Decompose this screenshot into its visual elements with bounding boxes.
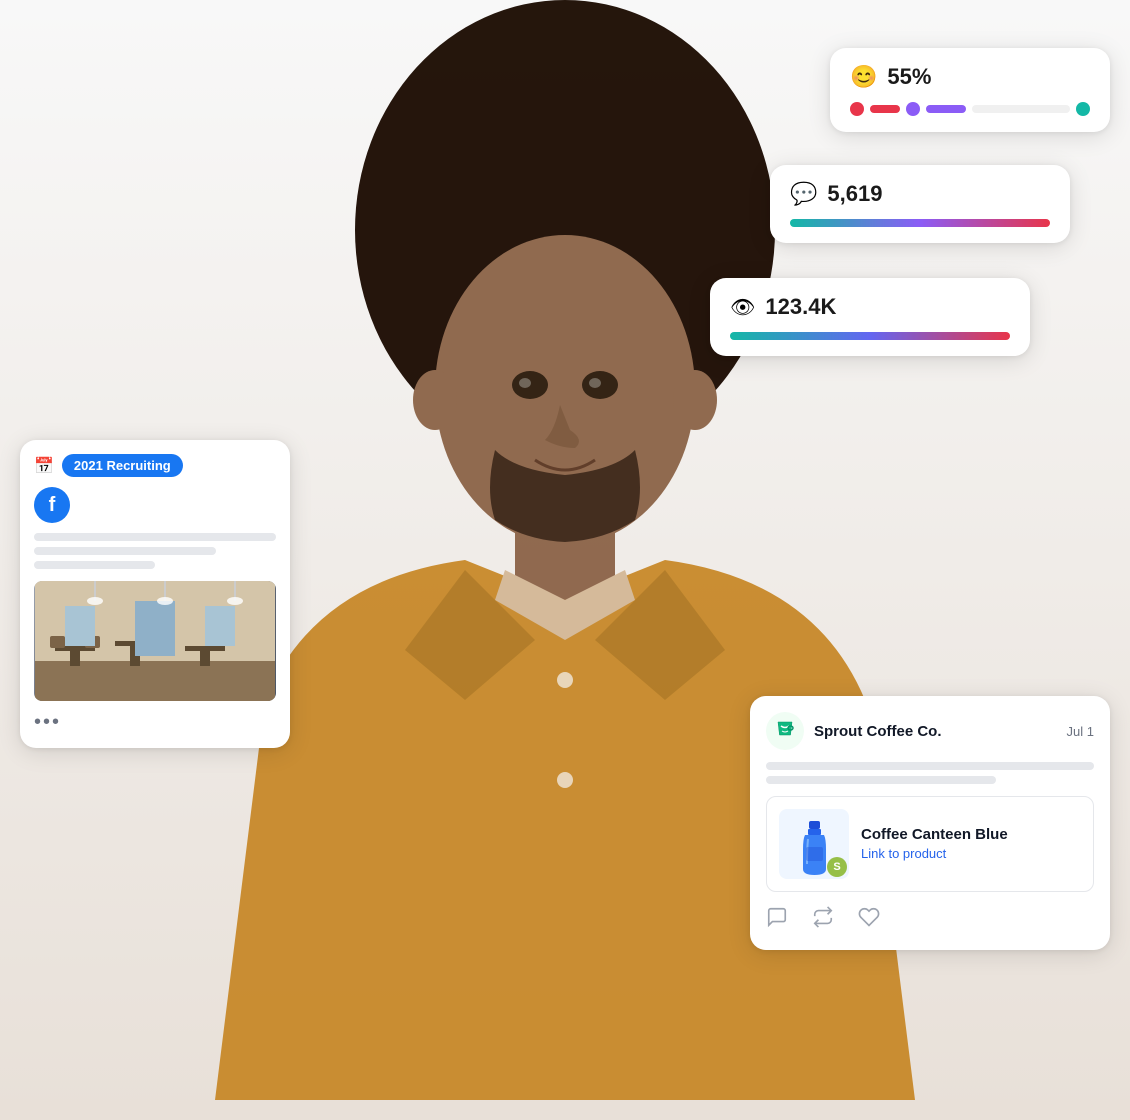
social-text-1 — [766, 762, 1094, 770]
sentiment-progress — [850, 102, 1090, 116]
comments-value: 5,619 — [827, 181, 882, 207]
facebook-dots-menu[interactable]: ••• — [34, 711, 276, 734]
facebook-card: 📅 2021 Recruiting f — [20, 440, 290, 748]
views-icon: 👁 — [730, 295, 755, 320]
like-action-icon[interactable] — [858, 906, 880, 934]
product-link[interactable]: Link to product — [861, 846, 946, 861]
social-card: Sprout Coffee Co. Jul 1 S — [750, 696, 1110, 950]
progress-purple — [926, 105, 966, 113]
progress-track — [972, 105, 1070, 113]
sentiment-value: 55% — [887, 64, 931, 90]
comments-icon: 💬 — [790, 181, 817, 207]
social-header-left: Sprout Coffee Co. — [766, 712, 942, 750]
social-post-date: Jul 1 — [1067, 724, 1094, 739]
dot-red — [850, 102, 864, 116]
facebook-text-lines — [34, 533, 276, 569]
coffee-shop-svg — [35, 581, 275, 701]
campaign-badge: 2021 Recruiting — [62, 454, 183, 477]
comments-card: 💬 5,619 — [770, 165, 1070, 243]
product-name: Coffee Canteen Blue — [861, 825, 1008, 845]
text-line-1 — [34, 533, 276, 541]
views-value: 123.4K — [765, 294, 836, 320]
product-image: S — [779, 809, 849, 879]
bottle-svg — [797, 819, 832, 879]
calendar-icon: 📅 — [34, 456, 54, 476]
facebook-logo: f — [34, 487, 70, 523]
social-avatar — [766, 712, 804, 750]
social-header: Sprout Coffee Co. Jul 1 — [766, 712, 1094, 750]
social-text-lines — [766, 762, 1094, 784]
facebook-image — [34, 581, 276, 701]
comment-action-icon[interactable] — [766, 906, 788, 934]
comments-bar — [790, 219, 1050, 227]
dot-purple — [906, 102, 920, 116]
social-actions — [766, 906, 1094, 934]
retweet-action-icon[interactable] — [812, 906, 834, 934]
progress-red — [870, 105, 900, 113]
dot-teal — [1076, 102, 1090, 116]
sentiment-emoji: 😊 — [850, 64, 877, 90]
text-line-2 — [34, 547, 216, 555]
coffee-cup-icon — [773, 719, 797, 743]
shopify-badge: S — [827, 857, 847, 877]
views-bar — [730, 332, 1010, 340]
text-line-3 — [34, 561, 155, 569]
fb-image-inner — [34, 581, 276, 701]
sentiment-card: 😊 55% — [830, 48, 1110, 132]
product-info: Coffee Canteen Blue Link to product — [861, 825, 1008, 863]
product-card[interactable]: S Coffee Canteen Blue Link to product — [766, 796, 1094, 892]
social-text-2 — [766, 776, 996, 784]
social-account-name: Sprout Coffee Co. — [814, 723, 942, 740]
views-card: 👁 123.4K — [710, 278, 1030, 356]
facebook-header: 📅 2021 Recruiting — [34, 454, 276, 477]
